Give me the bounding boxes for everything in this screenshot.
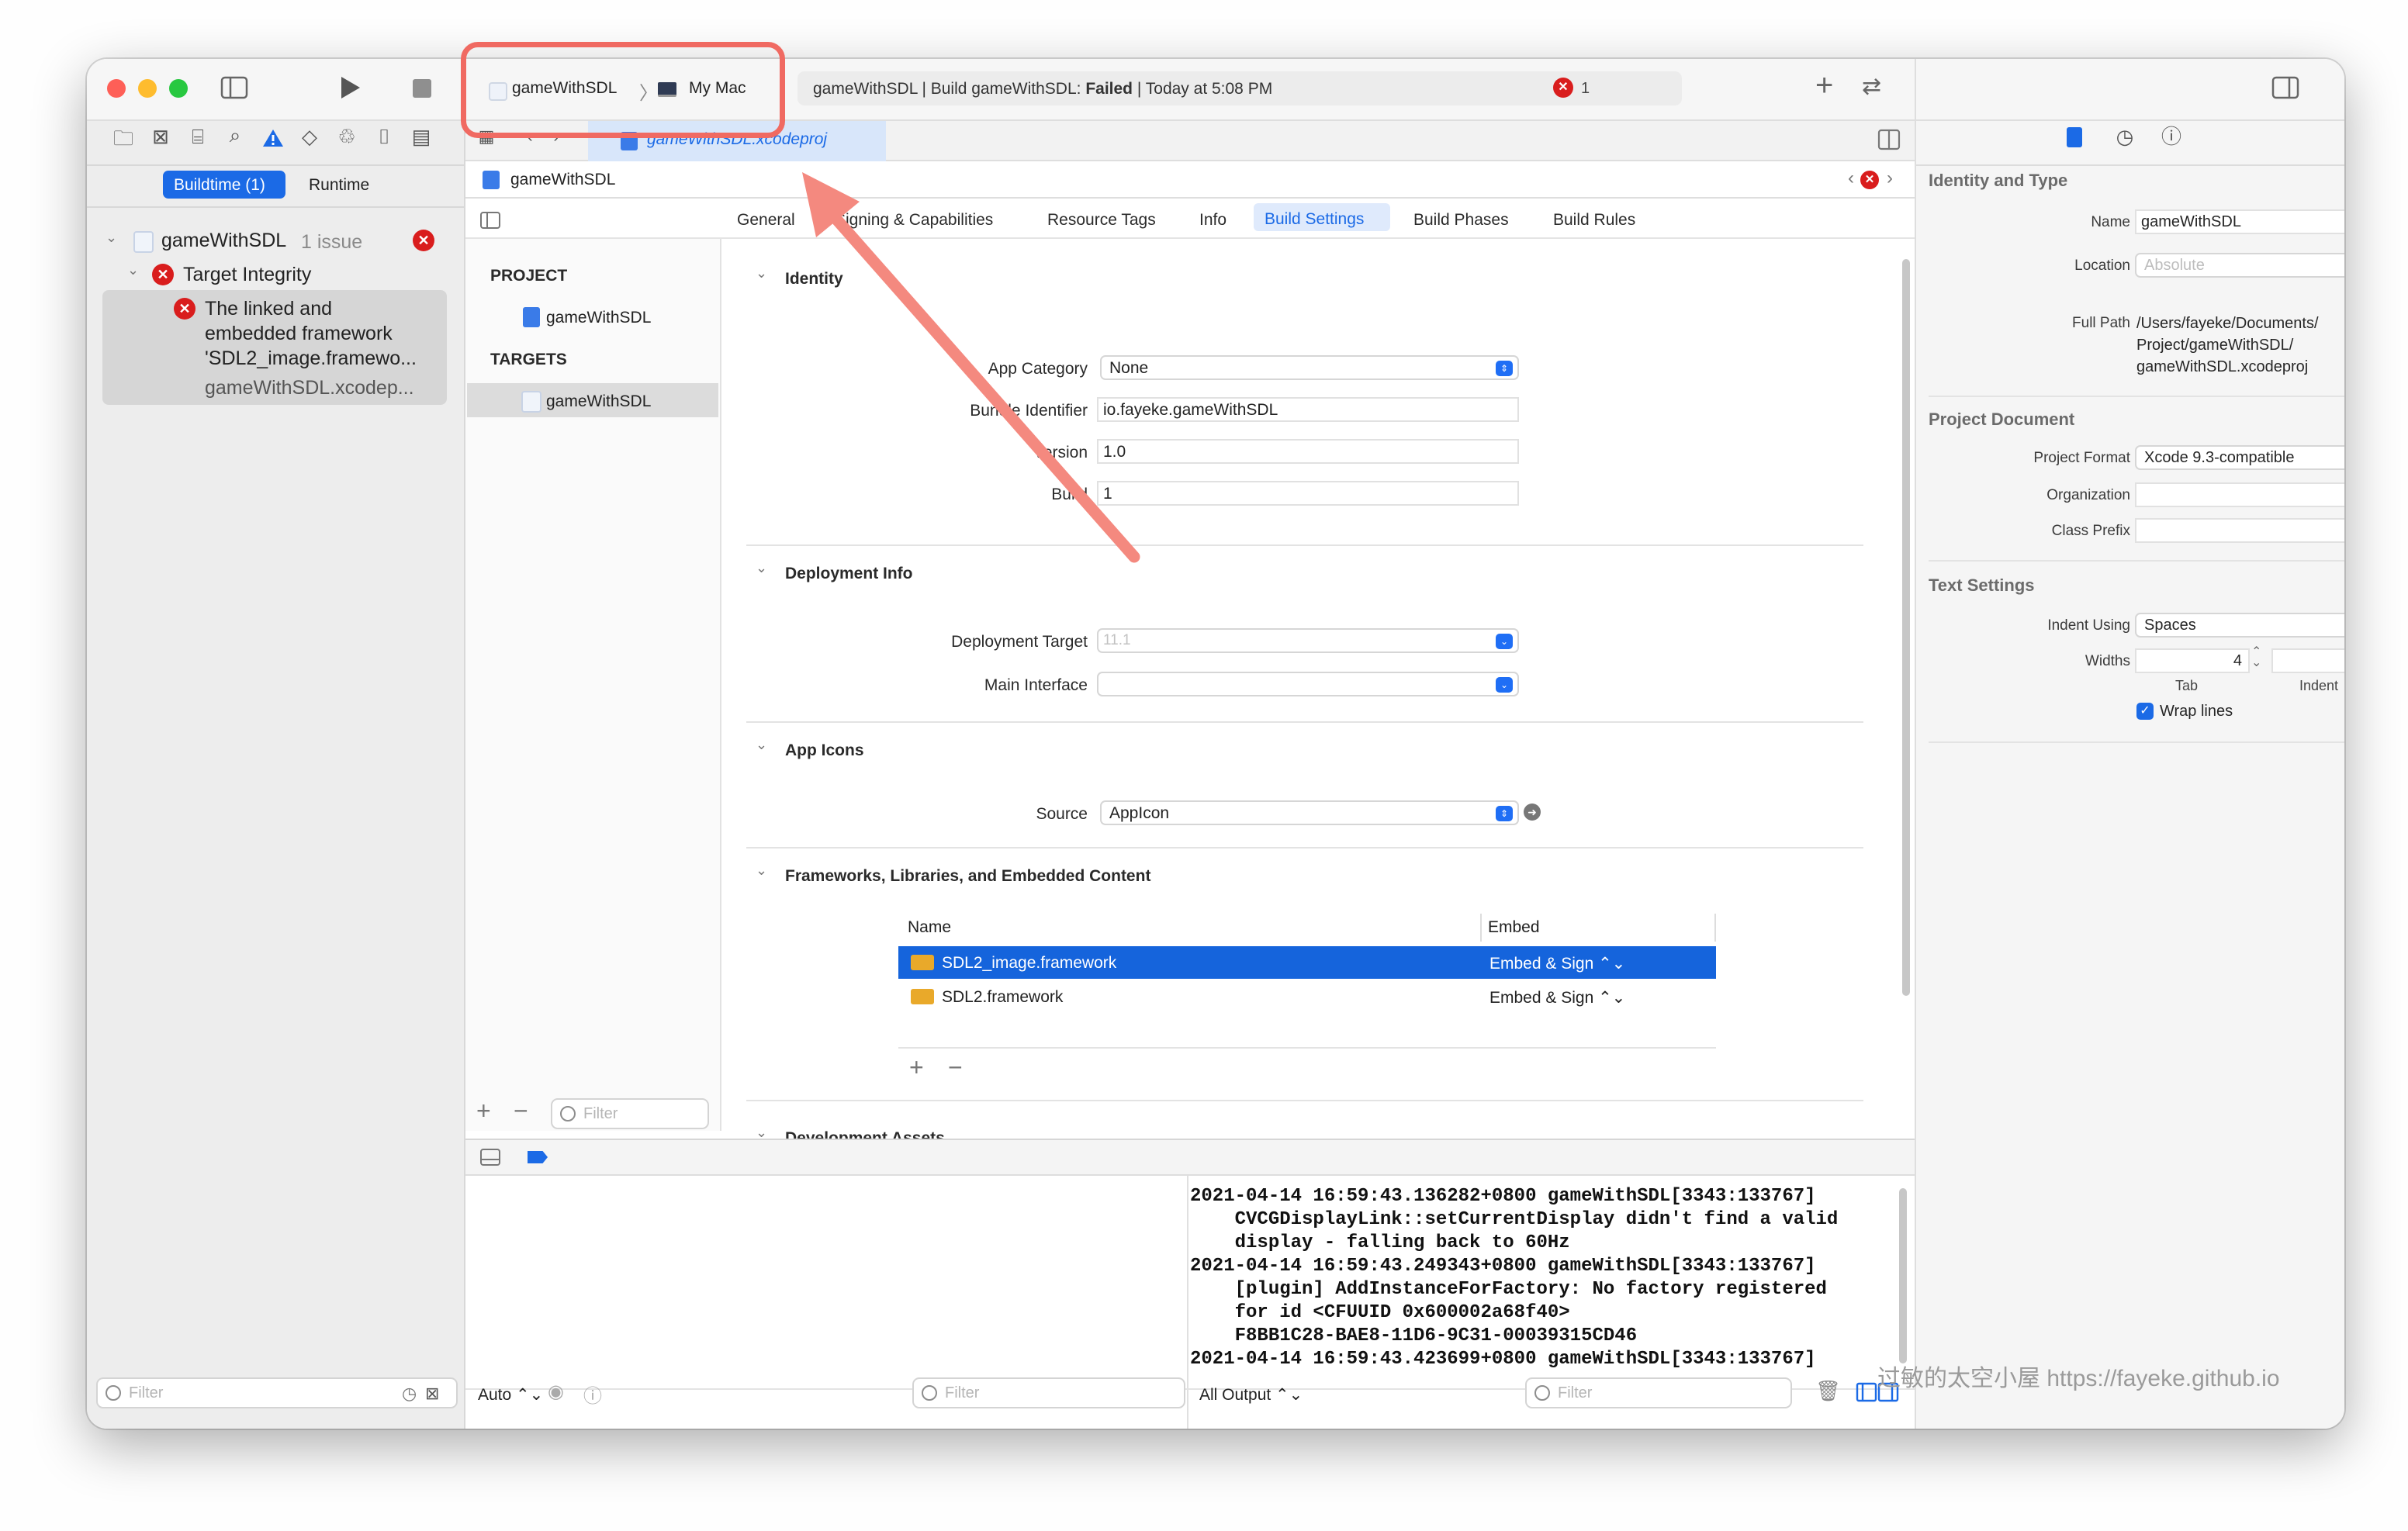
annotation-arrow-icon xyxy=(802,172,1140,563)
watermark: 过敏的太空小屋 https://fayeke.github.io xyxy=(1877,1366,2280,1391)
